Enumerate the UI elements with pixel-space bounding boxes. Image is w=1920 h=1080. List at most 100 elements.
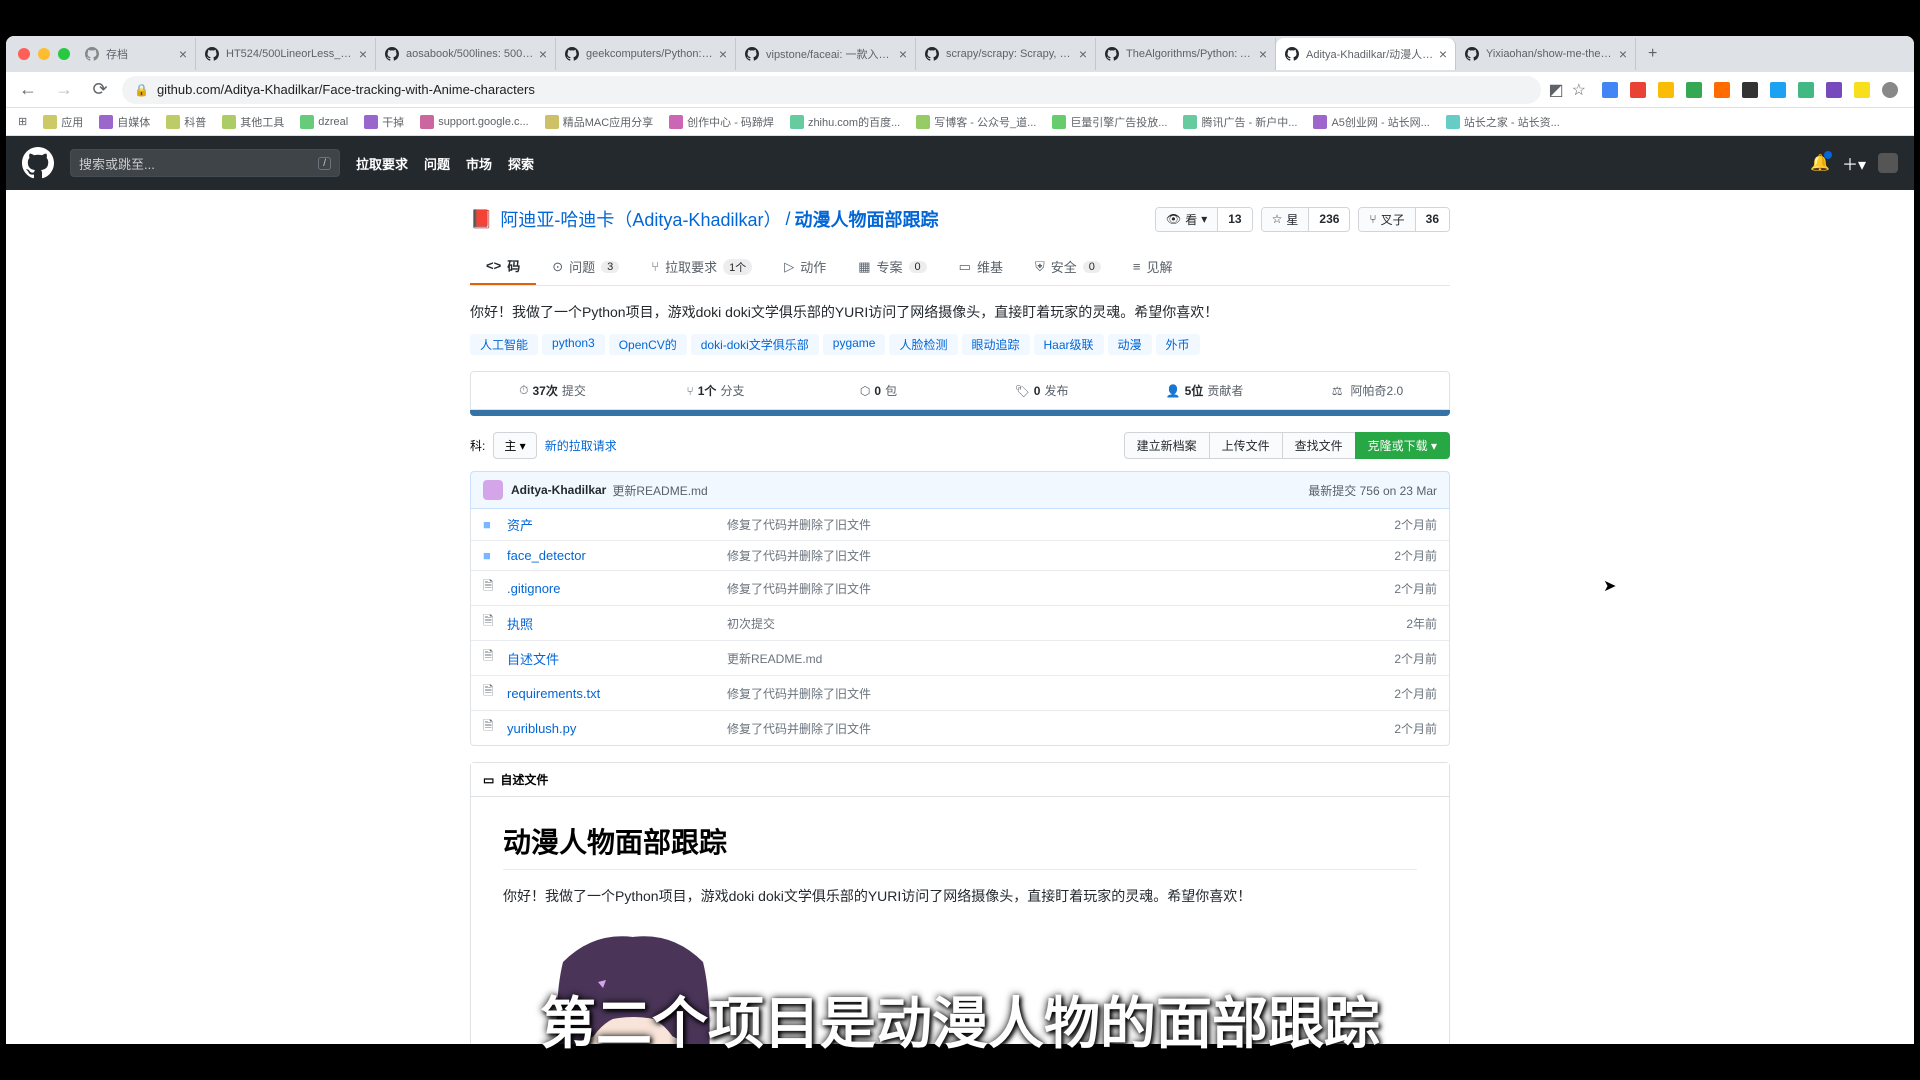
repo-stat[interactable]: 🏷 0 发布 <box>960 372 1123 409</box>
repo-stat[interactable]: ⏱ 37次 提交 <box>471 372 634 409</box>
topic-tag[interactable]: 动漫 <box>1108 334 1152 355</box>
ext-icon[interactable] <box>1602 82 1618 98</box>
file-name-link[interactable]: 自述文件 <box>507 649 727 668</box>
topic-tag[interactable]: 人工智能 <box>470 334 538 355</box>
topic-tag[interactable]: python3 <box>542 334 605 355</box>
repo-stat[interactable]: 👤 5位 贡献者 <box>1123 372 1286 409</box>
github-nav-item[interactable]: 问题 <box>424 154 450 173</box>
watch-button[interactable]: 👁 看 ▾ 13 <box>1155 207 1253 232</box>
bookmark-item[interactable]: 自媒体 <box>99 114 150 130</box>
clone-download-button[interactable]: 克隆或下载 ▾ <box>1355 432 1450 459</box>
maximize-window-button[interactable] <box>58 48 70 60</box>
repo-stat[interactable]: ⚖ 阿帕奇2.0 <box>1286 372 1449 409</box>
file-name-link[interactable]: face_detector <box>507 548 727 563</box>
topic-tag[interactable]: Haar级联 <box>1034 334 1104 355</box>
apps-icon[interactable]: ⊞ <box>18 115 27 128</box>
file-name-link[interactable]: 执照 <box>507 614 727 633</box>
repo-link[interactable]: 动漫人物面部跟踪 <box>795 210 939 230</box>
topic-tag[interactable]: OpenCV的 <box>609 334 687 355</box>
fork-button[interactable]: ⑂ 叉子 36 <box>1358 207 1450 232</box>
file-row[interactable]: 🗎自述文件更新README.md2个月前 <box>471 640 1449 675</box>
star-button[interactable]: ☆ 星 236 <box>1261 207 1351 232</box>
ext-icon[interactable] <box>1770 82 1786 98</box>
repo-nav-tab[interactable]: ⊙问题3 <box>536 248 635 285</box>
browser-tab[interactable]: scrapy/scrapy: Scrapy, a fast h× <box>916 38 1096 70</box>
topic-tag[interactable]: doki-doki文学俱乐部 <box>691 334 819 355</box>
topic-tag[interactable]: 人脸检测 <box>889 334 957 355</box>
file-commit-msg[interactable]: 修复了代码并删除了旧文件 <box>727 547 1394 564</box>
create-file-button[interactable]: 建立新档案 <box>1124 432 1210 459</box>
bookmark-item[interactable]: 站长之家 - 站长资... <box>1446 114 1560 130</box>
repo-stat[interactable]: ⑂ 1个 分支 <box>634 372 797 409</box>
file-name-link[interactable]: .gitignore <box>507 581 727 596</box>
new-pr-link[interactable]: 新的拉取请求 <box>545 437 617 454</box>
forward-button[interactable]: → <box>50 76 78 104</box>
owner-link[interactable]: 阿迪亚-哈迪卡（Aditya-Khadilkar） <box>500 206 781 232</box>
back-button[interactable]: ← <box>14 76 42 104</box>
find-file-button[interactable]: 查找文件 <box>1282 432 1356 459</box>
bookmark-item[interactable]: zhihu.com的百度... <box>790 114 900 130</box>
repo-nav-tab[interactable]: ▷动作 <box>768 248 842 285</box>
bookmark-item[interactable]: 干掉 <box>364 114 404 130</box>
latest-commit-bar[interactable]: Aditya-Khadilkar 更新README.md 最新提交 756 on… <box>470 471 1450 509</box>
minimize-window-button[interactable] <box>38 48 50 60</box>
bookmark-item[interactable]: 创作中心 - 码蹄焊 <box>669 114 774 130</box>
ext-icon[interactable] <box>1714 82 1730 98</box>
bookmark-item[interactable]: dzreal <box>300 115 348 129</box>
repo-nav-tab[interactable]: ⛨安全0 <box>1019 248 1117 285</box>
bookmark-item[interactable]: 巨量引擎广告投放... <box>1052 114 1167 130</box>
upload-file-button[interactable]: 上传文件 <box>1209 432 1283 459</box>
close-window-button[interactable] <box>18 48 30 60</box>
ext-icon[interactable] <box>1686 82 1702 98</box>
tab-close-icon[interactable]: × <box>1079 46 1087 62</box>
ext-icon[interactable] <box>1854 82 1870 98</box>
repo-nav-tab[interactable]: ⑂拉取要求1个 <box>635 248 768 285</box>
branch-selector[interactable]: 主 ▾ <box>493 432 536 459</box>
repo-nav-tab[interactable]: ≡见解 <box>1117 248 1189 285</box>
commit-author[interactable]: Aditya-Khadilkar <box>511 483 606 497</box>
tab-close-icon[interactable]: × <box>899 46 907 62</box>
bookmark-star-icon[interactable]: ☆ <box>1572 80 1586 100</box>
browser-tab[interactable]: 存档× <box>76 38 196 70</box>
profile-avatar[interactable] <box>1882 82 1898 98</box>
github-search-input[interactable]: 搜索或跳至... / <box>70 149 340 177</box>
file-commit-msg[interactable]: 更新README.md <box>727 650 1394 667</box>
url-input[interactable]: 🔒 github.com/Aditya-Khadilkar/Face-track… <box>122 76 1541 104</box>
repo-nav-tab[interactable]: ▭维基 <box>943 248 1019 285</box>
translate-icon[interactable]: ◩ <box>1549 80 1564 100</box>
ext-icon[interactable] <box>1826 82 1842 98</box>
new-tab-button[interactable]: + <box>1636 45 1669 63</box>
plus-icon[interactable]: ＋▾ <box>1842 151 1866 175</box>
repo-nav-tab[interactable]: ▦专案0 <box>842 248 942 285</box>
tab-close-icon[interactable]: × <box>1259 46 1267 62</box>
browser-tab[interactable]: geekcomputers/Python: My P× <box>556 38 736 70</box>
bookmark-item[interactable]: 腾讯广告 - 新户中... <box>1183 114 1297 130</box>
bookmark-item[interactable]: 写博客 - 公众号_道... <box>916 114 1036 130</box>
file-row[interactable]: ■资产修复了代码并删除了旧文件2个月前 <box>471 509 1449 540</box>
topic-tag[interactable]: 眼动追踪 <box>962 334 1030 355</box>
user-avatar-icon[interactable] <box>1878 153 1898 173</box>
browser-tab[interactable]: Yixiaohan/show-me-the-code× <box>1456 38 1636 70</box>
bookmark-item[interactable]: 应用 <box>43 114 83 130</box>
bookmark-item[interactable]: 精品MAC应用分享 <box>545 114 653 130</box>
browser-tab[interactable]: HT524/500LineorLess_CN: 50× <box>196 38 376 70</box>
browser-tab[interactable]: aosabook/500lines: 500 Line× <box>376 38 556 70</box>
ext-icon[interactable] <box>1742 82 1758 98</box>
github-logo[interactable] <box>22 147 54 179</box>
tab-close-icon[interactable]: × <box>179 46 187 62</box>
file-name-link[interactable]: 资产 <box>507 515 727 534</box>
reload-button[interactable]: ⟳ <box>86 76 114 104</box>
topic-tag[interactable]: 外币 <box>1156 334 1200 355</box>
repo-stat[interactable]: ⬡ 0 包 <box>797 372 960 409</box>
ext-icon[interactable] <box>1798 82 1814 98</box>
github-nav-item[interactable]: 探索 <box>508 154 534 173</box>
file-name-link[interactable]: requirements.txt <box>507 686 727 701</box>
tab-close-icon[interactable]: × <box>539 46 547 62</box>
ext-icon[interactable] <box>1630 82 1646 98</box>
file-commit-msg[interactable]: 修复了代码并删除了旧文件 <box>727 516 1394 533</box>
browser-tab[interactable]: vipstone/faceai: 一款入门级的× <box>736 38 916 70</box>
bookmark-item[interactable]: 其他工具 <box>222 114 284 130</box>
commit-message[interactable]: 更新README.md <box>612 482 707 499</box>
file-name-link[interactable]: yuriblush.py <box>507 721 727 736</box>
file-row[interactable]: 🗎requirements.txt修复了代码并删除了旧文件2个月前 <box>471 675 1449 710</box>
